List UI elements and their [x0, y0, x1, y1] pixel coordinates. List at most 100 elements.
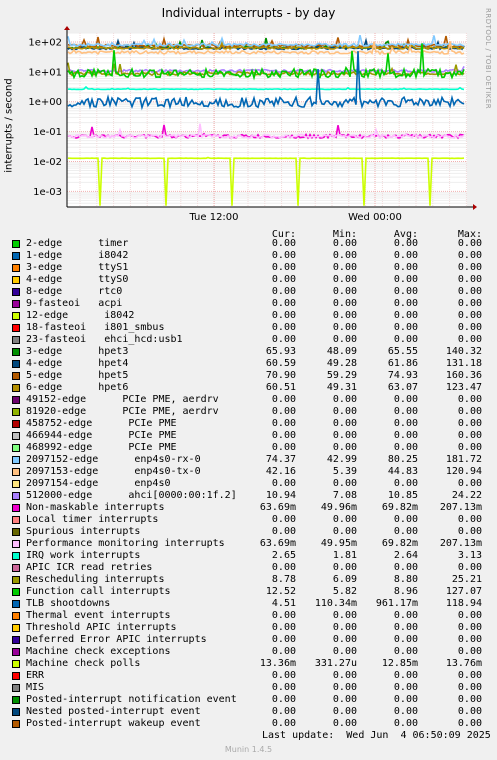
legend-swatch	[12, 360, 20, 368]
legend-min-value: 0.00	[332, 646, 357, 657]
legend-min-value: 0.00	[332, 682, 357, 693]
legend-row: 466944-edge PCIe PME 0.00 0.00 0.00 0.00	[12, 430, 492, 442]
legend-row: 1-edge i8042 0.00 0.00 0.00 0.00	[12, 250, 492, 262]
legend-label: IRQ work interrupts	[26, 550, 141, 561]
legend-cur-value: 0.00	[271, 310, 296, 321]
legend-swatch	[12, 492, 20, 500]
legend-swatch	[12, 264, 20, 272]
legend-avg-value: 63.07	[387, 382, 418, 393]
legend-swatch	[12, 372, 20, 380]
legend-avg-value: 8.80	[393, 574, 418, 585]
legend-cur-value: 8.78	[271, 574, 296, 585]
legend-min-value: 5.39	[332, 466, 357, 477]
legend-max-value: 120.94	[445, 466, 482, 477]
legend-avg-value: 0.00	[393, 718, 418, 729]
legend-min-value: 0.00	[332, 514, 357, 525]
legend-swatch	[12, 660, 20, 668]
legend-swatch	[12, 684, 20, 692]
legend-swatch	[12, 468, 20, 476]
legend-cur-value: 60.59	[265, 358, 296, 369]
legend-avg-value: 0.00	[393, 562, 418, 573]
legend-row: Threshold APIC interrupts 0.00 0.00 0.00 0.0…	[12, 622, 492, 634]
legend-swatch	[12, 516, 20, 524]
legend-max-value: 0.00	[457, 250, 482, 261]
legend-cur-value: 0.00	[271, 610, 296, 621]
legend-swatch	[12, 432, 20, 440]
legend-row: ERR 0.00 0.00 0.00 0.00	[12, 670, 492, 682]
legend-label: Local timer interrupts	[26, 514, 159, 525]
legend-swatch	[12, 240, 20, 248]
legend-row: Function call interrupts 12.52 5.82 8.96 127…	[12, 586, 492, 598]
legend-min-value: 0.00	[332, 418, 357, 429]
legend-max-value: 0.00	[457, 706, 482, 717]
legend-cur-value: 63.69m	[259, 538, 296, 549]
legend-row: Nested posted-interrupt event 0.00 0.00 0.0…	[12, 706, 492, 718]
legend-label: 81920-edge PCIe PME, aerdrv	[26, 406, 219, 417]
legend-min-value: 0.00	[332, 622, 357, 633]
legend-row: 8-edge rtc0 0.00 0.00 0.00 0.00	[12, 286, 492, 298]
chart-plot: 1e+02 1e+01 1e+00 1e-01 1e-02 1e-03 Tue 12:00 W…	[28, 26, 477, 223]
legend-cur-value: 0.00	[271, 406, 296, 417]
legend-swatch	[12, 300, 20, 308]
legend-label: 49152-edge PCIe PME, aerdrv	[26, 394, 219, 405]
legend-swatch	[12, 444, 20, 452]
legend-row: Performance monitoring interrupts 63.69m 4…	[12, 538, 492, 550]
legend-label: 23-fasteoi ehci_hcd:usb1	[26, 334, 183, 345]
legend-swatch	[12, 672, 20, 680]
legend-max-value: 0.00	[457, 286, 482, 297]
legend-row: 5-edge hpet5 70.90 59.29 74.93 160.36	[12, 370, 492, 382]
legend-min-value: 1.81	[332, 550, 357, 561]
legend-label: 12-edge i8042	[26, 310, 135, 321]
legend-row: 23-fasteoi ehci_hcd:usb1 0.00 0.00 0.00 0.00	[12, 334, 492, 346]
legend-swatch	[12, 552, 20, 560]
legend-label: ERR	[26, 670, 45, 681]
legend-label: Non-maskable interrupts	[26, 502, 165, 513]
legend-max-value: 0.00	[457, 514, 482, 525]
last-update: Last update: Wed Jun 4 06:50:09 2025	[262, 730, 491, 741]
legend-avg-value: 0.00	[393, 442, 418, 453]
legend-min-value: 0.00	[332, 334, 357, 345]
legend-avg-value: 61.86	[387, 358, 418, 369]
legend-row: Machine check polls 13.36m 331.27u 12.85m 13…	[12, 658, 492, 670]
legend-min-value: 0.00	[332, 394, 357, 405]
legend-max-value: 0.00	[457, 526, 482, 537]
legend-min-value: 0.00	[332, 262, 357, 273]
legend-label: Deferred Error APIC interrupts	[26, 634, 207, 645]
legend-min-value: 7.08	[332, 490, 357, 501]
legend-row: 2097152-edge enp4s0-rx-0 74.37 42.99 80.25 1…	[12, 454, 492, 466]
legend-cur-value: 0.00	[271, 670, 296, 681]
legend-cur-value: 0.00	[271, 418, 296, 429]
legend-avg-value: 12.85m	[381, 658, 418, 669]
legend-avg-value: 69.82m	[381, 538, 418, 549]
legend-max-value: 0.00	[457, 670, 482, 681]
legend-swatch	[12, 720, 20, 728]
legend-min-value: 0.00	[332, 310, 357, 321]
legend-min-value: 0.00	[332, 670, 357, 681]
legend-label: 2097154-edge enp4s0	[26, 478, 171, 489]
legend-swatch	[12, 348, 20, 356]
legend-label: TLB shootdowns	[26, 598, 111, 609]
legend-label: 2097153-edge enp4s0-tx-0	[26, 466, 201, 477]
legend-avg-value: 0.00	[393, 646, 418, 657]
legend-max-value: 0.00	[457, 394, 482, 405]
legend-row: 2-edge timer 0.00 0.00 0.00 0.00	[12, 238, 492, 250]
legend-avg-value: 0.00	[393, 322, 418, 333]
legend-label: Thermal event interrupts	[26, 610, 171, 621]
legend-label: 4-edge ttyS0	[26, 274, 129, 285]
legend-min-value: 0.00	[332, 406, 357, 417]
legend-min-value: 0.00	[332, 298, 357, 309]
legend-row: TLB shootdowns 4.51 110.34m 961.17m 118.94	[12, 598, 492, 610]
legend-max-value: 24.22	[451, 490, 482, 501]
legend-swatch	[12, 648, 20, 656]
legend-max-value: 0.00	[457, 478, 482, 489]
legend-min-value: 0.00	[332, 526, 357, 537]
legend-row: Machine check exceptions 0.00 0.00 0.00 0.00	[12, 646, 492, 658]
legend-max-value: 0.00	[457, 646, 482, 657]
legend-cur-value: 0.00	[271, 274, 296, 285]
legend-swatch	[12, 564, 20, 572]
legend-swatch	[12, 624, 20, 632]
legend-max-value: 0.00	[457, 298, 482, 309]
legend-cur-value: 13.36m	[259, 658, 296, 669]
legend-avg-value: 0.00	[393, 310, 418, 321]
legend-label: Machine check exceptions	[26, 646, 171, 657]
